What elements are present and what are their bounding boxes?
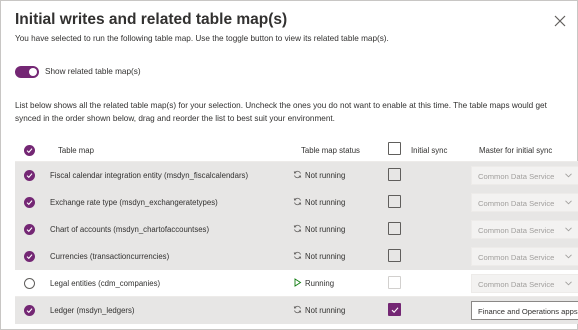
- chevron-down-icon[interactable]: [565, 254, 572, 259]
- row-status: Not running: [293, 170, 345, 180]
- table-row[interactable]: Exchange rate type (msdyn_exchangeratety…: [15, 189, 578, 216]
- row-status-label: Not running: [305, 225, 346, 234]
- row-master-value: Common Data Service: [478, 172, 555, 181]
- row-master-dropdown[interactable]: Common Data Service: [471, 193, 578, 212]
- row-master-dropdown[interactable]: Common Data Service: [471, 247, 578, 266]
- row-select-checkbox[interactable]: [24, 197, 35, 208]
- checkmark-icon: [26, 308, 33, 314]
- table-row[interactable]: Ledger (msdyn_ledgers) Not running Finance…: [15, 297, 578, 324]
- table-header: Table map Table map status Initial sync …: [15, 138, 578, 162]
- row-select-checkbox[interactable]: [24, 251, 35, 262]
- row-master-value: Common Data Service: [478, 280, 555, 289]
- checkmark-icon: [26, 173, 33, 179]
- chevron-down-icon[interactable]: [565, 200, 572, 205]
- initial-sync-all-checkbox[interactable]: [388, 142, 401, 155]
- row-select-checkbox[interactable]: [24, 278, 35, 289]
- row-status-label: Not running: [305, 171, 346, 180]
- row-master-value: Common Data Service: [478, 199, 555, 208]
- description-text: List below shows all the related table m…: [15, 101, 547, 123]
- row-status-label: Not running: [305, 252, 346, 261]
- close-icon[interactable]: [553, 14, 567, 28]
- row-initial-sync-checkbox[interactable]: [388, 195, 401, 208]
- table-row[interactable]: Fiscal calendar integration entity (msdy…: [15, 162, 578, 189]
- checkmark-icon: [26, 148, 33, 154]
- row-status: Not running: [293, 224, 345, 234]
- row-table-map-name: Currencies (transactioncurrencies): [50, 252, 170, 261]
- row-initial-sync-checkbox[interactable]: [388, 249, 401, 262]
- sync-icon: [293, 224, 302, 233]
- row-table-map-name: Chart of accounts (msdyn_chartofaccounts…: [50, 225, 210, 234]
- header-table-map: Table map: [58, 146, 94, 155]
- row-master-value: Common Data Service: [478, 253, 555, 262]
- row-status-label: Not running: [305, 306, 346, 315]
- table-row[interactable]: Chart of accounts (msdyn_chartofaccounts…: [15, 216, 578, 243]
- row-status: Not running: [293, 251, 345, 261]
- row-status-label: Running: [305, 279, 335, 288]
- checkmark-icon: [26, 200, 33, 206]
- sync-icon: [293, 305, 302, 314]
- dialog-title: Initial writes and related table map(s): [15, 11, 288, 28]
- row-initial-sync-checkbox[interactable]: [388, 168, 401, 181]
- show-related-toggle[interactable]: [15, 66, 39, 78]
- close-button[interactable]: [553, 14, 567, 28]
- dialog: Initial writes and related table map(s) …: [0, 0, 578, 330]
- show-related-toggle-label: Show related table map(s): [45, 67, 141, 76]
- row-master-dropdown[interactable]: Common Data Service: [471, 274, 578, 293]
- row-master-value: Common Data Service: [478, 226, 555, 235]
- table-row[interactable]: Currencies (transactioncurrencies) Not ru…: [15, 243, 578, 270]
- chevron-down-icon[interactable]: [565, 281, 572, 286]
- chevron-down-icon[interactable]: [565, 173, 572, 178]
- play-icon: [294, 278, 302, 287]
- header-master: Master for initial sync: [479, 146, 553, 155]
- chevron-down-icon[interactable]: [565, 227, 572, 232]
- row-initial-sync-checkbox[interactable]: [388, 276, 401, 289]
- row-select-checkbox[interactable]: [24, 224, 35, 235]
- row-master-dropdown[interactable]: Common Data Service: [471, 220, 578, 239]
- row-status: Not running: [293, 197, 345, 207]
- row-select-checkbox[interactable]: [24, 305, 35, 316]
- row-status-label: Not running: [305, 198, 346, 207]
- header-initial-sync: Initial sync: [411, 146, 448, 155]
- row-master-dropdown[interactable]: Common Data Service: [471, 166, 578, 185]
- row-table-map-name: Legal entities (cdm_companies): [50, 279, 161, 288]
- sync-icon: [293, 170, 302, 179]
- table-row[interactable]: Legal entities (cdm_companies) Running Com…: [15, 270, 578, 297]
- checkmark-icon: [26, 254, 33, 260]
- row-status: Running: [293, 278, 334, 288]
- row-select-checkbox[interactable]: [24, 170, 35, 181]
- dialog-subtitle: You have selected to run the following t…: [15, 34, 389, 43]
- row-initial-sync-checkbox[interactable]: [388, 222, 401, 235]
- row-master-dropdown[interactable]: Finance and Operations apps: [471, 301, 578, 320]
- sync-icon: [293, 197, 302, 206]
- row-table-map-name: Ledger (msdyn_ledgers): [50, 306, 135, 315]
- select-all-checkbox[interactable]: [24, 145, 35, 156]
- checkmark-icon: [391, 307, 399, 313]
- sync-icon: [293, 251, 302, 260]
- checkmark-icon: [26, 227, 33, 233]
- row-status: Not running: [293, 305, 345, 315]
- row-table-map-name: Fiscal calendar integration entity (msdy…: [50, 171, 249, 180]
- row-master-value: Finance and Operations apps: [478, 307, 578, 316]
- row-table-map-name: Exchange rate type (msdyn_exchangeratety…: [50, 198, 218, 207]
- header-status: Table map status: [301, 146, 360, 155]
- row-initial-sync-checkbox[interactable]: [388, 303, 401, 316]
